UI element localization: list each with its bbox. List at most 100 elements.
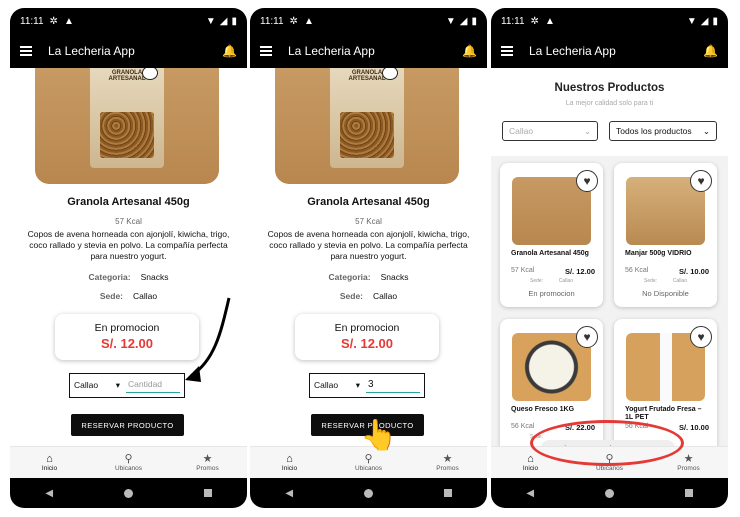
back-icon[interactable]: ◀ — [285, 488, 293, 499]
nav-locations-label: Ubicanos — [354, 465, 383, 472]
product-card[interactable]: ♥ Manjar 500g VIDRIO 56 Kcal S/. 10.00 S… — [614, 163, 717, 307]
site-select[interactable]: Callao ▾ — [70, 380, 126, 391]
nav-promos[interactable]: ★ Promos — [168, 447, 247, 478]
chevron-down-icon: ⌄ — [583, 125, 591, 136]
nav-locations[interactable]: ⚲ Ubicanos — [89, 447, 168, 478]
alert-icon: ▲ — [63, 15, 74, 27]
category-row: Categoria: Snacks — [10, 272, 247, 282]
card-site-label: Sede: — [530, 278, 544, 284]
card-site: Callao — [558, 278, 573, 284]
category-label: Categoria: — [88, 272, 131, 282]
recents-icon[interactable] — [443, 489, 452, 497]
product-filter-select[interactable]: Todos los productos ⌄ — [609, 121, 717, 141]
bell-icon[interactable]: 🔔 — [462, 44, 477, 58]
card-site-label: Sede: — [644, 278, 658, 284]
menu-icon[interactable] — [20, 46, 32, 56]
home-button-icon[interactable] — [363, 488, 373, 498]
promo-card: En promocion S/. 12.00 — [295, 314, 439, 360]
card-kcal: 56 Kcal — [625, 267, 649, 274]
home-icon: ⌂ — [286, 453, 293, 465]
star-icon: ★ — [442, 453, 453, 465]
bell-icon[interactable]: 🔔 — [222, 44, 237, 58]
category-label: Categoria: — [328, 272, 371, 282]
product-kcal: 57 Kcal — [115, 217, 142, 226]
star-icon: ★ — [202, 453, 213, 465]
oats-window — [100, 112, 154, 158]
heart-icon[interactable]: ♥ — [576, 170, 598, 192]
site-value: Callao — [373, 291, 398, 301]
card-price: S/. 12.00 — [564, 267, 595, 276]
category-row: Categoria: Snacks — [250, 272, 487, 282]
battery-icon: ▮ — [712, 15, 718, 27]
location-icon: ⚲ — [364, 453, 373, 465]
back-icon[interactable]: ◀ — [526, 488, 534, 499]
granola-bag: GRANOLA ARTESANAL — [90, 68, 164, 168]
menu-icon[interactable] — [260, 46, 272, 56]
signal-icon: ◢ — [700, 15, 709, 27]
nav-home[interactable]: ⌂ Inicio — [250, 447, 329, 478]
heart-icon[interactable]: ♥ — [690, 326, 712, 348]
product-card[interactable]: ♥ Granola Artesanal 450g 57 Kcal S/. 12.… — [500, 163, 603, 307]
bell-icon[interactable]: 🔔 — [703, 44, 718, 58]
wifi-icon: ▼ — [205, 15, 216, 27]
status-bar: 11:11 ✲ ▲ ▼ ◢ ▮ — [250, 8, 487, 34]
recents-icon[interactable] — [684, 489, 693, 497]
nav-promos[interactable]: ★ Promos — [408, 447, 487, 478]
system-nav: ◀ — [491, 478, 728, 508]
recents-icon[interactable] — [203, 489, 212, 497]
back-icon[interactable]: ◀ — [45, 488, 53, 499]
quantity-input[interactable]: 3 — [366, 379, 420, 393]
app-title: La Lecheria App — [288, 44, 375, 58]
clock: 11:11 — [260, 15, 284, 27]
wifi-icon: ▼ — [686, 15, 697, 27]
product-image: GRANOLA ARTESANAL — [35, 68, 219, 184]
heart-icon[interactable]: ♥ — [690, 170, 712, 192]
settings-icon: ✲ — [530, 15, 539, 27]
clock: 11:11 — [501, 15, 525, 27]
site-filter-select[interactable]: Callao ⌄ — [502, 121, 598, 141]
signal-icon: ◢ — [459, 15, 468, 27]
product-detail: GRANOLA ARTESANAL Granola Artesanal 450g… — [250, 68, 487, 448]
annotation-arrow-icon — [185, 297, 231, 382]
reserve-button[interactable]: RESERVAR PRODUCTO — [71, 414, 184, 436]
app-bar: La Lecheria App 🔔 — [491, 34, 728, 68]
product-filter-value: Todos los productos — [616, 126, 692, 136]
promo-price: S/. 12.00 — [340, 336, 394, 351]
status-bar: 11:11 ✲ ▲ ▼ ◢ ▮ — [491, 8, 728, 34]
settings-icon: ✲ — [289, 15, 298, 27]
product-name: Granola Artesanal 450g — [307, 196, 430, 208]
status-bar: 11:11 ✲ ▲ ▼ ◢ ▮ — [10, 8, 247, 34]
nav-promos-label: Promos — [677, 465, 700, 472]
site-select[interactable]: Callao ▾ — [310, 380, 366, 391]
category-value: Snacks — [380, 272, 409, 282]
home-button-icon[interactable] — [604, 488, 614, 498]
menu-icon[interactable] — [501, 46, 513, 56]
nav-promos-label: Promos — [196, 465, 219, 472]
site-select-value: Callao — [74, 380, 99, 390]
alert-icon: ▲ — [544, 15, 555, 27]
heart-icon[interactable]: ♥ — [576, 326, 598, 348]
nav-home[interactable]: ⌂ Inicio — [10, 447, 89, 478]
app-title: La Lecheria App — [529, 44, 616, 58]
product-description: Copos de avena horneada con ajonjolí, ki… — [267, 229, 470, 261]
order-form: Callao ▾ Cantidad — [69, 373, 185, 398]
site-select-value: Callao — [314, 380, 339, 390]
granola-bag: GRANOLA ARTESANAL — [330, 68, 404, 168]
site-label: Sede: — [99, 291, 124, 301]
app-title: La Lecheria App — [48, 44, 135, 58]
product-description: Copos de avena horneada con ajonjolí, ki… — [27, 229, 230, 261]
card-status: En promocion — [528, 289, 575, 298]
wifi-icon: ▼ — [445, 15, 456, 27]
card-status: No Disponible — [642, 289, 689, 298]
clock: 11:11 — [20, 15, 44, 27]
home-button-icon[interactable] — [123, 488, 133, 498]
phone-screen-1: 11:11 ✲ ▲ ▼ ◢ ▮ La Lecheria App 🔔 GRANOLA AR… — [10, 8, 247, 508]
quantity-input[interactable]: Cantidad — [126, 379, 180, 393]
settings-icon: ✲ — [49, 15, 58, 27]
app-bar: La Lecheria App 🔔 — [250, 34, 487, 68]
card-price: S/. 10.00 — [678, 267, 709, 276]
location-icon: ⚲ — [124, 453, 133, 465]
tap-hand-icon: 👆 — [360, 419, 398, 452]
signal-icon: ◢ — [219, 15, 228, 27]
home-icon: ⌂ — [46, 453, 53, 465]
